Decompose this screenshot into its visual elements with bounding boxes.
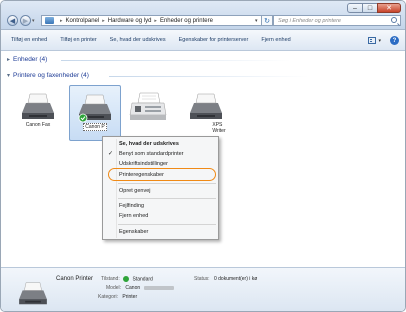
chevron-right-icon: ▸ [102,17,105,24]
printer-item[interactable]: Canon Fax [16,85,60,141]
redacted-model-text [143,285,174,290]
printer-icon [19,282,47,305]
close-button[interactable]: ✕ [377,3,401,13]
minimize-button[interactable]: ‒ [347,3,363,13]
menu-separator [118,224,216,225]
menu-item-remove-device[interactable]: Fjern enhed [103,211,218,221]
printer-icon [190,93,222,119]
group-divider [61,60,291,61]
breadcrumb-control-panel[interactable]: Kontrolpanel [66,18,100,24]
view-options-icon[interactable] [368,37,377,44]
menu-item-label: Egenskaber [119,229,149,235]
window-controls: ‒ □ ✕ [347,3,401,13]
menu-item-label: Udskriftsindstillinger [119,161,168,167]
printers-group-label: Printere og faxenheder (4) [13,72,89,79]
menu-item-troubleshoot[interactable]: Fejlfinding [103,201,218,211]
group-divider [109,76,309,77]
command-bar: Tilføj en enhed Tilføj en printer Se, hv… [1,30,405,51]
status-row: Status: 0 dokument(er) i kø [194,276,257,282]
printer-label: Canon P [83,123,107,131]
collapse-arrow-icon: ▾ [7,73,11,79]
control-panel-icon [45,17,54,24]
context-menu: Se, hvad der udskrives ✓ Benyt som standa… [102,136,219,240]
recent-pages-dropdown[interactable]: ▾ [32,18,35,24]
category-row: Kategori: Printer [98,294,137,300]
printer-item[interactable]: XPS Writer [181,85,231,141]
menu-item-see-printing[interactable]: Se, hvad der udskrives [103,139,218,149]
checkmark-icon: ✓ [108,151,114,157]
menu-item-label: Se, hvad der udskrives [119,141,179,147]
category-key: Kategori: [98,294,119,300]
view-controls: ▾ ? [368,36,399,45]
print-server-properties-button[interactable]: Egenskaber for printerserver [179,37,249,43]
devices-group-label: Enheder (4) [13,56,48,63]
printer-item-selected[interactable]: Canon P [69,85,121,141]
back-button[interactable]: ◀ [7,15,18,26]
menu-item-label: Benyt som standardprinter [119,151,184,157]
default-check-icon [123,276,130,282]
highlight-ring [108,168,216,181]
status-key: Status: [194,276,210,282]
details-pane: Canon Printer Tilstand: Standard Status:… [1,267,405,311]
add-device-button[interactable]: Tilføj en enhed [11,37,47,43]
printer-label: XPS Writer [212,122,226,134]
search-placeholder: Søg i Enheder og printere [278,17,341,24]
title-bar: ‒ □ ✕ ◀ ▶ ▾ ▸ Kontrolpanel ▸ Hardware og… [1,1,405,30]
state-value: Standard [132,276,153,283]
printers-group-header[interactable]: ▾ Printere og faxenheder (4) [7,72,89,79]
printer-icon [22,93,54,119]
remove-device-button[interactable]: Fjern enhed [261,37,290,43]
add-printer-button[interactable]: Tilføj en printer [60,37,96,43]
menu-item-set-default[interactable]: ✓ Benyt som standardprinter [103,149,218,159]
category-value: Printer [122,294,138,300]
devices-group-header[interactable]: ▸ Enheder (4) [7,56,47,63]
model-value: Canon [125,285,141,291]
forward-button[interactable]: ▶ [20,15,31,26]
status-value: 0 dokument(er) i kø [213,276,258,282]
address-bar[interactable]: ▸ Kontrolpanel ▸ Hardware og lyd ▸ Enhed… [41,15,267,26]
menu-item-label: Opret genvej [119,188,151,194]
menu-item-label: Fjern enhed [119,213,149,219]
model-row: Model: Canon [106,285,174,291]
chevron-right-icon: ▸ [154,17,157,24]
breadcrumb-devices-printers[interactable]: Enheder og printere [160,18,213,24]
refresh-button[interactable]: ↻ [261,15,273,26]
menu-separator [118,183,216,184]
devices-and-printers-window: ‒ □ ✕ ◀ ▶ ▾ ▸ Kontrolpanel ▸ Hardware og… [0,0,406,312]
printer-item[interactable] [125,85,171,141]
help-icon[interactable]: ? [390,36,399,45]
fax-icon [129,92,167,120]
model-key: Model: [106,285,122,291]
expand-arrow-icon: ▸ [7,57,11,63]
breadcrumb-hardware-sound[interactable]: Hardware og lyd [108,18,152,24]
search-icon[interactable] [391,17,397,23]
address-dropdown-icon[interactable]: ▾ [255,18,258,24]
search-input[interactable]: Søg i Enheder og printere [273,15,401,26]
printer-icon [78,94,111,122]
see-whats-printing-button[interactable]: Se, hvad der udskrives [110,37,166,43]
menu-separator [118,198,216,199]
maximize-button[interactable]: □ [362,3,378,13]
state-row: Tilstand: Standard [101,276,153,282]
menu-item-properties[interactable]: Egenskaber [103,227,218,237]
chevron-right-icon: ▸ [60,17,63,24]
view-dropdown-icon[interactable]: ▾ [378,38,381,44]
menu-item-label: Fejlfinding [119,203,145,209]
state-key: Tilstand: [101,276,120,283]
printer-label: Canon Fax [25,122,51,128]
menu-item-create-shortcut[interactable]: Opret genvej [103,186,218,196]
device-name: Canon Printer [56,276,94,282]
default-printer-check-icon [78,113,88,122]
